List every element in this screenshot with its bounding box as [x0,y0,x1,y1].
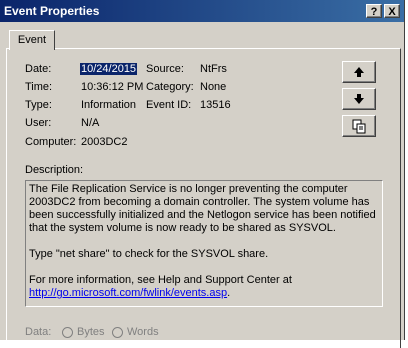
data-label: Data: [25,326,52,338]
description-more-info: For more information, see Help and Suppo… [29,274,292,286]
tab-event[interactable]: Event [9,30,55,50]
next-event-button[interactable] [342,88,376,110]
time-value: 10:36:12 PM [81,81,144,93]
words-radio[interactable] [112,327,123,338]
help-link[interactable]: http://go.microsoft.com/fwlink/events.as… [29,287,227,299]
source-value: NtFrs [200,63,227,75]
user-value: N/A [81,117,100,129]
event-id-label: Event ID: [146,99,192,111]
computer-label: Computer: [25,136,77,148]
type-value: Information [81,99,137,111]
date-value-text: 10/24/2015 [80,63,138,75]
copy-icon [352,119,366,134]
description-textbox[interactable]: The File Replication Service is no longe… [25,180,383,307]
bytes-label: Bytes [77,326,105,338]
copy-button[interactable] [342,115,376,137]
window-title: Event Properties [4,4,100,18]
type-label: Type: [25,99,52,111]
title-bar[interactable]: Event Properties ? X [0,0,404,22]
date-label: Date: [25,63,52,75]
computer-value: 2003DC2 [81,136,128,148]
description-paragraph-1: The File Replication Service is no longe… [29,183,376,234]
date-value[interactable]: 10/24/2015 [80,63,138,75]
category-label: Category: [146,81,194,93]
down-arrow-icon [354,94,364,104]
description-label: Description: [25,164,84,176]
words-label: Words [127,326,159,338]
up-arrow-icon [354,67,364,77]
event-properties-window: Event Properties ? X Event Date: 10/24/2… [0,0,405,348]
source-label: Source: [146,63,184,75]
category-value: None [200,81,227,93]
link-suffix: . [227,287,231,299]
close-button[interactable]: X [384,4,400,18]
user-label: User: [25,117,52,129]
previous-event-button[interactable] [342,61,376,83]
description-paragraph-3: For more information, see Help and Suppo… [29,274,379,300]
bytes-radio[interactable] [62,327,73,338]
time-label: Time: [25,81,53,93]
description-paragraph-2: Type "net share" to check for the SYSVOL… [29,248,269,260]
event-id-value: 13516 [200,99,231,111]
help-button[interactable]: ? [366,4,382,18]
